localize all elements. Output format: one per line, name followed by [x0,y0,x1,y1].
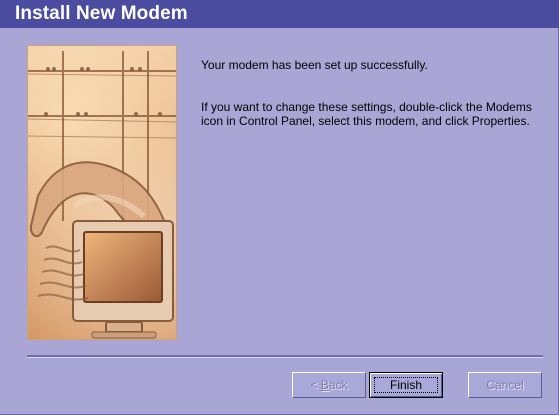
window-title: Install New Modem [15,3,188,24]
modem-illustration-art [28,46,176,339]
instructions-message: If you want to change these settings, do… [201,100,532,128]
modem-illustration [27,45,177,340]
install-new-modem-dialog: Install New Modem Your modem has been se… [0,0,559,415]
content-area: Your modem has been set up successfully.… [201,58,541,128]
back-button-mnemonic: B [320,378,329,392]
back-button-rest: ack [328,378,348,392]
footer-divider [27,355,543,357]
finish-button[interactable]: Finish [369,372,443,398]
back-button-label: < Back [310,378,347,392]
title-bar: Install New Modem [0,0,559,28]
back-button[interactable]: < Back [292,372,366,398]
cancel-button-label: Cancel [486,378,524,392]
cancel-button[interactable]: Cancel [468,372,542,398]
back-button-prefix: < [310,378,321,392]
success-message: Your modem has been set up successfully. [201,58,428,72]
finish-button-label: Finish [389,378,422,392]
